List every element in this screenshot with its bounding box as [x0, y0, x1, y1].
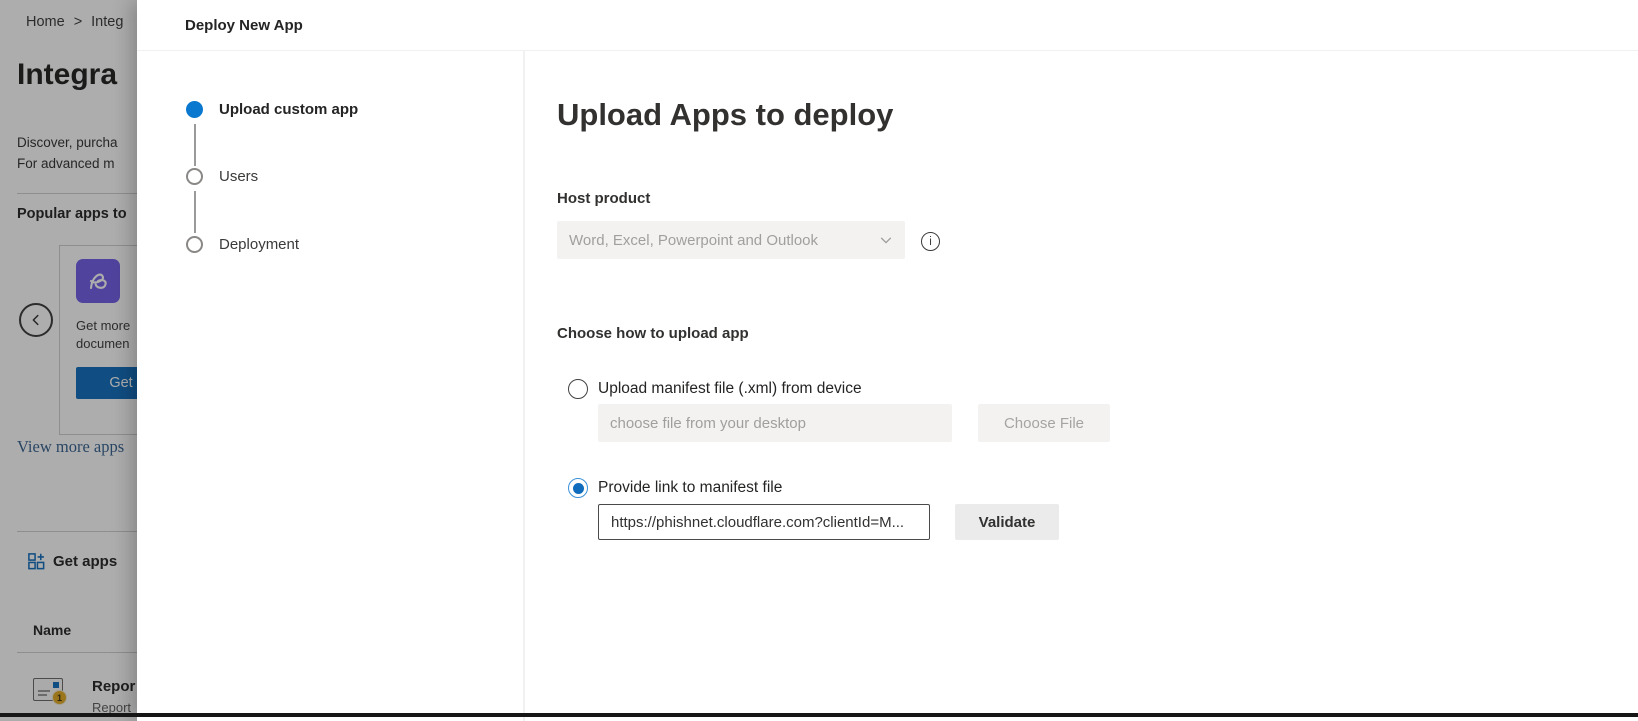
choose-upload-label: Choose how to upload app — [557, 325, 749, 342]
screen: Home>Integ Integra Discover, purcha For … — [0, 0, 1638, 721]
step-users[interactable]: Users — [186, 168, 258, 185]
manifest-file-input[interactable] — [598, 404, 952, 442]
step-label: Users — [219, 168, 258, 185]
dropdown-selected-value: Word, Excel, Powerpoint and Outlook — [569, 232, 818, 249]
step-circle-icon — [186, 168, 203, 185]
content-heading: Upload Apps to deploy — [557, 97, 893, 133]
radio-upload-label: Upload manifest file (.xml) from device — [598, 380, 862, 398]
active-step-dot-icon — [186, 101, 203, 118]
step-circle-icon — [186, 236, 203, 253]
info-icon[interactable]: i — [921, 232, 940, 251]
radio-provide-link[interactable]: Provide link to manifest file — [568, 478, 782, 498]
step-label: Upload custom app — [219, 101, 358, 118]
choose-file-button[interactable]: Choose File — [978, 404, 1110, 442]
panel-vertical-divider — [523, 51, 525, 721]
radio-provide-link-label: Provide link to manifest file — [598, 479, 782, 497]
chevron-down-icon — [879, 233, 893, 247]
radio-unselected-icon[interactable] — [568, 379, 588, 399]
step-connector — [194, 124, 196, 166]
step-label: Deployment — [219, 236, 299, 253]
validate-button[interactable]: Validate — [955, 504, 1059, 540]
host-product-label: Host product — [557, 190, 650, 207]
step-connector — [194, 191, 196, 233]
bottom-border-bar — [0, 713, 1638, 717]
panel-title: Deploy New App — [185, 17, 303, 34]
step-upload-custom-app[interactable]: Upload custom app — [186, 101, 358, 118]
panel-header: Deploy New App — [137, 0, 1638, 51]
manifest-url-input[interactable] — [598, 504, 930, 540]
radio-selected-icon[interactable] — [568, 478, 588, 498]
deploy-new-app-panel: Deploy New App Upload custom app Users D… — [137, 0, 1638, 721]
step-deployment[interactable]: Deployment — [186, 236, 299, 253]
radio-upload-manifest-file[interactable]: Upload manifest file (.xml) from device — [568, 379, 862, 399]
host-product-dropdown[interactable]: Word, Excel, Powerpoint and Outlook — [557, 221, 905, 259]
